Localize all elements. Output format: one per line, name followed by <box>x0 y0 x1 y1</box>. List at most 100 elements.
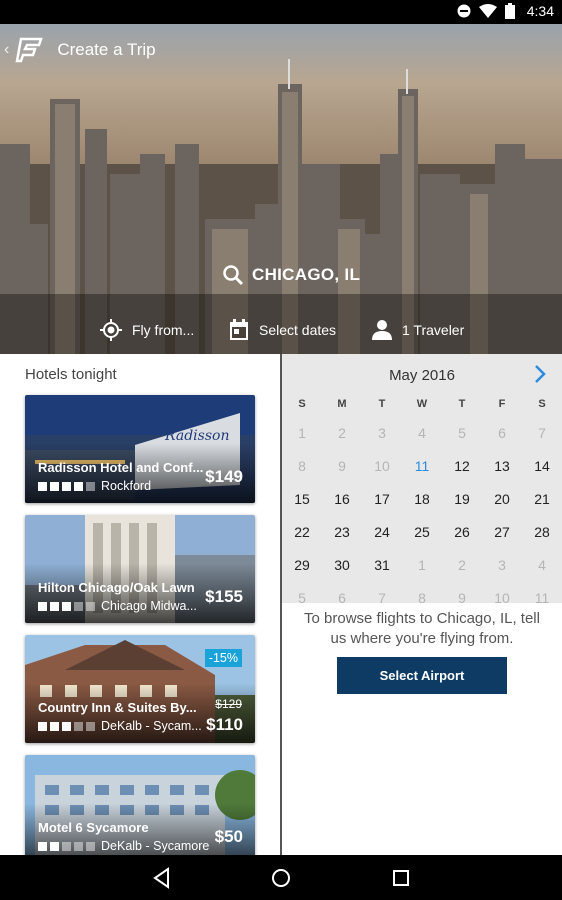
dates-filter-label: Select dates <box>259 322 337 338</box>
travelers-filter[interactable]: 1 Traveler <box>372 316 464 344</box>
wifi-icon <box>478 4 497 18</box>
hotel-card[interactable]: Hilton Chicago/Oak Lawn Chicago Midwa...… <box>25 515 255 623</box>
trip-filters: Fly from... Select dates 1 Traveler <box>0 316 562 344</box>
app-logo-icon[interactable] <box>13 33 47 67</box>
hotel-price: $155 <box>205 587 243 606</box>
hotel-old-price: $129 <box>215 697 242 711</box>
calendar-day[interactable]: 3 <box>362 416 402 449</box>
calendar-day[interactable]: 24 <box>362 515 402 548</box>
select-airport-button[interactable]: Select Airport <box>337 657 507 694</box>
date-picker: May 2016 S M T W T F S 1 2 3 4 5 6 7 8 9 10 11 12 13 14 15 16 1… <box>282 354 562 606</box>
star-rating <box>38 601 95 611</box>
hotel-price: $110 <box>206 715 243 734</box>
star-rating <box>38 841 95 851</box>
calendar-icon <box>230 319 248 340</box>
calendar-day[interactable]: 21 <box>522 482 562 515</box>
status-bar: 4:34 <box>0 0 562 24</box>
star-rating <box>38 721 95 731</box>
back-chevron-icon[interactable]: ‹ <box>4 41 9 59</box>
nav-back-icon[interactable] <box>150 866 174 890</box>
calendar-day[interactable]: 6 <box>482 416 522 449</box>
do-not-disturb-icon <box>457 4 471 18</box>
calendar-day[interactable]: 14 <box>522 449 562 482</box>
calendar-day[interactable]: 23 <box>322 515 362 548</box>
calendar-day[interactable]: 9 <box>322 449 362 482</box>
flights-panel: To browse flights to Chicago, IL, tell u… <box>282 603 562 855</box>
hotels-panel: Hotels tonight Radisson Radisson Hotel a… <box>0 354 280 855</box>
search-icon <box>223 265 244 286</box>
hotel-location: DeKalb - Sycam... <box>101 719 201 733</box>
calendar-day[interactable]: 3 <box>482 548 522 581</box>
hotel-name: Radisson Hotel and Conf... <box>38 460 204 475</box>
calendar-day[interactable]: 22 <box>282 515 322 548</box>
calendar-day[interactable]: 16 <box>322 482 362 515</box>
calendar-day[interactable]: 17 <box>362 482 402 515</box>
nav-recents-icon[interactable] <box>389 866 413 890</box>
destination-search[interactable]: CHICAGO, IL <box>222 264 360 286</box>
travelers-filter-label: 1 Traveler <box>402 322 465 338</box>
svg-text:Radisson: Radisson <box>164 428 229 444</box>
calendar-day[interactable]: 13 <box>482 449 522 482</box>
hotel-card[interactable]: -15% Country Inn & Suites By... DeKalb -… <box>25 635 255 743</box>
weekday-header: M <box>337 398 347 410</box>
calendar-day[interactable]: 1 <box>282 416 322 449</box>
calendar-month-title: May 2016 <box>389 367 455 384</box>
calendar-day[interactable]: 29 <box>282 548 322 581</box>
nav-home-icon[interactable] <box>269 866 293 890</box>
weekday-header: T <box>458 398 466 410</box>
calendar-day[interactable]: 15 <box>282 482 322 515</box>
calendar-day[interactable]: 11 <box>402 449 442 482</box>
hotel-price: $149 <box>205 467 243 486</box>
calendar-day[interactable]: 25 <box>402 515 442 548</box>
hero-banner: ‹ Create a Trip CHICAGO, IL Fly from... … <box>0 24 562 354</box>
hotel-card[interactable]: Radisson Radisson Hotel and Conf... Rock… <box>25 395 255 503</box>
status-time: 4:34 <box>526 3 554 19</box>
calendar-day[interactable]: 2 <box>322 416 362 449</box>
hotel-location: DeKalb - Sycamore <box>101 839 210 853</box>
calendar-day[interactable]: 10 <box>362 449 402 482</box>
calendar-day[interactable]: 27 <box>482 515 522 548</box>
calendar-day[interactable]: 12 <box>442 449 482 482</box>
star-rating <box>38 481 95 491</box>
weekday-header: S <box>298 398 306 410</box>
calendar-day[interactable]: 5 <box>442 416 482 449</box>
origin-filter[interactable]: Fly from... <box>100 316 194 344</box>
hotel-price: $50 <box>214 827 243 846</box>
weekday-header: S <box>538 398 546 410</box>
calendar-day[interactable]: 31 <box>362 548 402 581</box>
calendar-day[interactable]: 30 <box>322 548 362 581</box>
calendar-day[interactable]: 2 <box>442 548 482 581</box>
battery-icon <box>504 3 515 19</box>
dates-filter[interactable]: Select dates <box>229 316 336 344</box>
calendar-day[interactable]: 7 <box>522 416 562 449</box>
location-target-icon <box>100 319 122 341</box>
weekday-header: T <box>378 398 386 410</box>
calendar-day[interactable]: 28 <box>522 515 562 548</box>
calendar-day[interactable]: 4 <box>522 548 562 581</box>
person-icon <box>372 320 392 340</box>
hotel-name: Country Inn & Suites By... <box>38 700 197 715</box>
hotel-location: Chicago Midwa... <box>101 599 197 613</box>
hotel-name: Hilton Chicago/Oak Lawn <box>38 580 195 595</box>
calendar-day[interactable]: 20 <box>482 482 522 515</box>
page-title: Create a Trip <box>57 40 156 59</box>
calendar-day[interactable]: 8 <box>282 449 322 482</box>
calendar-day[interactable]: 1 <box>402 548 442 581</box>
flights-message: To browse flights to Chicago, IL, tell u… <box>304 610 540 647</box>
chevron-right-icon[interactable] <box>528 362 552 386</box>
calendar-day[interactable]: 19 <box>442 482 482 515</box>
origin-filter-label: Fly from... <box>132 322 195 338</box>
destination-label: CHICAGO, IL <box>252 265 361 284</box>
calendar-day[interactable]: 4 <box>402 416 442 449</box>
calendar-day[interactable]: 18 <box>402 482 442 515</box>
hotels-section-title: Hotels tonight <box>25 366 117 383</box>
hotel-location: Rockford <box>101 479 152 493</box>
app-toolbar: ‹ Create a Trip <box>0 24 562 76</box>
weekday-header: F <box>498 398 506 410</box>
system-nav-bar <box>0 855 562 900</box>
calendar-day[interactable]: 26 <box>442 515 482 548</box>
weekday-header: W <box>416 398 428 410</box>
calendar-grid: S M T W T F S 1 2 3 4 5 6 7 8 9 10 11 12 13 14 15 16 17 18 19 20 21… <box>282 392 562 614</box>
discount-badge: -15% <box>204 649 242 667</box>
hotel-card[interactable]: Motel 6 Sycamore DeKalb - Sycamore $50 <box>25 755 255 855</box>
